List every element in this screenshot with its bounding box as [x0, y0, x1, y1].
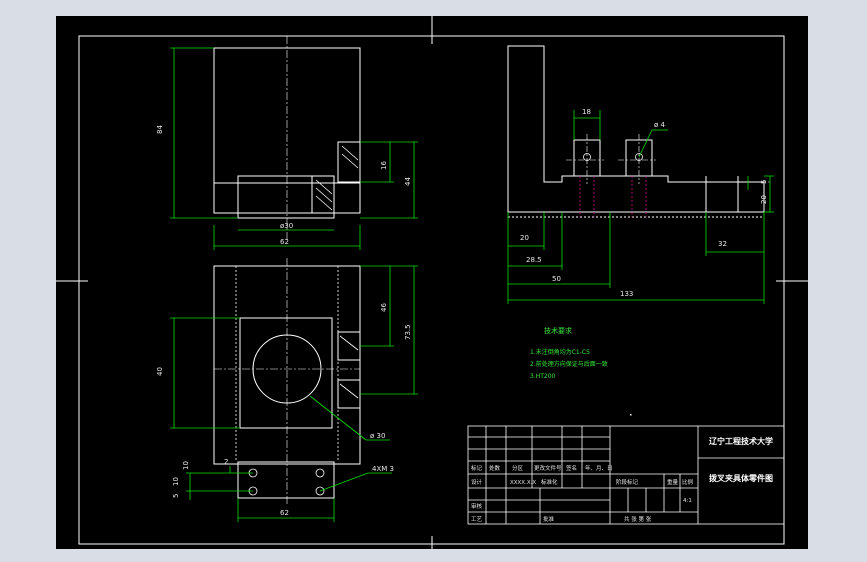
header-date: 年、月、日: [585, 464, 613, 472]
callout-holes: 4XM 3: [372, 465, 394, 473]
dim-small-1: 2: [224, 458, 228, 466]
dim-small-3: 5: [172, 494, 180, 498]
callout-bore: ø 30: [370, 432, 385, 440]
dim-right-20: 20: [760, 195, 768, 204]
label-process: 工艺: [471, 516, 483, 523]
drawing-sheet: [56, 16, 808, 549]
header-sign: 签名: [566, 464, 577, 472]
dim-height: 84: [156, 125, 164, 134]
drawing-canvas[interactable]: 84 ø30 62 16 44 40 46 73.5 62 2 10 5 10 …: [0, 0, 867, 562]
label-design: 设计: [471, 478, 483, 486]
dim-right-1: 46: [380, 303, 388, 312]
callout-hole: ø 4: [654, 121, 666, 129]
dim-bottom-width: 62: [280, 509, 289, 517]
stray-point: [630, 414, 632, 416]
label-standard: 标准化: [541, 478, 558, 486]
drawing-name: 拨叉夹具体零件图: [709, 473, 773, 483]
dim-20: 20: [520, 234, 529, 242]
label-review: 审核: [471, 502, 483, 510]
tech-req-item-2: 2.前处理方向保证与后面一致: [530, 360, 608, 368]
label-scale: 比例: [682, 478, 694, 486]
dim-28-5: 28.5: [526, 256, 542, 264]
dim-top: 18: [582, 108, 591, 116]
label-approve: 批准: [543, 515, 555, 523]
tech-req-item-1: 1.未注倒角均为C1-C5: [530, 348, 590, 356]
sheet-count: 共 张 第 张: [624, 515, 652, 523]
tech-req-item-3: 3.HT200: [530, 373, 556, 380]
school-name: 辽宁工程技术大学: [709, 436, 773, 446]
header-change-doc: 更改文件号: [534, 464, 562, 472]
dim-slot-height: 16: [380, 161, 388, 170]
dim-small-4: 10: [172, 477, 180, 486]
header-zone: 分区: [512, 464, 524, 472]
dim-left: 40: [156, 367, 164, 376]
design-date: XXXX.X.X: [510, 480, 536, 486]
label-weight: 重量: [667, 478, 679, 486]
dim-width: 62: [280, 238, 289, 246]
tech-req-title: 技术要求: [544, 326, 572, 335]
label-stage: 阶段标记: [616, 478, 639, 486]
dim-50: 50: [552, 275, 561, 283]
header-count: 处数: [489, 464, 501, 472]
cad-viewport[interactable]: 84 ø30 62 16 44 40 46 73.5 62 2 10 5 10 …: [0, 0, 867, 562]
dim-133: 133: [620, 290, 633, 298]
dim-32: 32: [718, 240, 727, 248]
dim-bore: ø30: [280, 222, 293, 230]
dim-small-2: 10: [182, 461, 190, 470]
scale-value: 4:1: [683, 498, 692, 504]
dim-right-2: 73.5: [404, 324, 412, 340]
dim-slot-total: 44: [404, 177, 412, 186]
dim-right-5: 5: [760, 180, 768, 184]
header-mark: 标记: [471, 464, 483, 472]
